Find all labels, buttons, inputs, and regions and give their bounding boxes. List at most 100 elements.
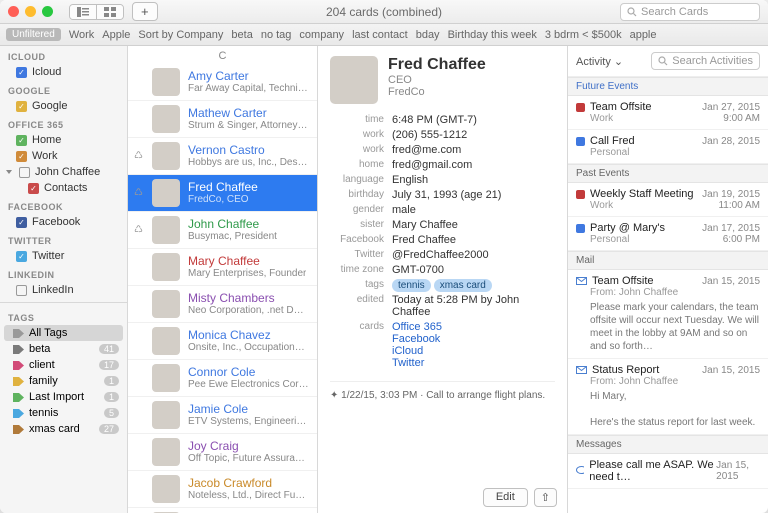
contact-name: Connor Cole (188, 365, 309, 379)
sidebar-item[interactable]: ✓Work (0, 148, 127, 164)
contact-row[interactable]: Misty ChambersNeo Corporation, .net Deve… (128, 286, 317, 323)
card-link[interactable]: iCloud (392, 345, 423, 357)
activity-time: 9:00 AM (723, 113, 760, 124)
detail-row-label: Twitter (330, 249, 392, 261)
contact-row[interactable]: ♺Fred ChaffeeFredCo, CEO (128, 175, 317, 212)
sidebar-item[interactable]: ✓Twitter (0, 248, 127, 264)
contact-row[interactable]: ♺Vernon CastroHobbys are us, Inc., Desig… (128, 138, 317, 175)
checkbox-icon[interactable]: ✓ (16, 135, 27, 146)
contact-row[interactable]: Mathew CarterStrum & Singer, Attorney at… (128, 101, 317, 138)
sidebar-item[interactable]: ✓Facebook (0, 214, 127, 230)
detail-row-value: GMT-0700 (392, 264, 555, 276)
share-button[interactable]: ⇧ (534, 488, 557, 507)
contact-row[interactable]: Mary ChaffeeMary Enterprises, Founder (128, 249, 317, 286)
activity-item[interactable]: Call FredJan 28, 2015Personal (568, 130, 768, 164)
sidebar-item[interactable]: ✓Icloud (0, 64, 127, 80)
contact-row[interactable]: Amy CarterFar Away Capital, Technician (128, 64, 317, 101)
filter-apple[interactable]: Apple (102, 29, 130, 41)
sidebar-item-label: Google (32, 100, 67, 112)
card-link[interactable]: Office 365 (392, 321, 442, 333)
contacts-list[interactable]: C Amy CarterFar Away Capital, Technician… (128, 46, 318, 513)
activity-item[interactable]: Weekly Staff MeetingJan 19, 2015Work11:0… (568, 183, 768, 217)
contact-row[interactable]: ♺John ChaffeeBusymac, President (128, 212, 317, 249)
contact-row[interactable]: Connor ColePee Ewe Electronics Corporati… (128, 360, 317, 397)
activity-sub: Work (590, 200, 613, 211)
tag-row[interactable]: All Tags (4, 325, 123, 341)
filter-bday[interactable]: bday (416, 29, 440, 41)
detail-company: FredCo (388, 86, 486, 98)
card-link[interactable]: Twitter (392, 357, 424, 369)
contact-avatar (152, 290, 180, 318)
activity-item[interactable]: Please call me ASAP. We need t…Jan 15, 2… (568, 454, 768, 489)
contact-subtitle: Strum & Singer, Attorney at Law (188, 120, 309, 132)
filter-beta[interactable]: beta (231, 29, 252, 41)
tag-row[interactable]: Last Import1 (0, 389, 127, 405)
filter-sort[interactable]: Sort by Company (138, 29, 223, 41)
checkbox-icon[interactable]: ✓ (16, 217, 27, 228)
tag-row[interactable]: client17 (0, 357, 127, 373)
event-color-icon (576, 224, 585, 233)
activity-item[interactable]: Team OffsiteJan 27, 2015Work9:00 AM (568, 96, 768, 130)
contact-avatar (152, 475, 180, 503)
tag-row[interactable]: tennis5 (0, 405, 127, 421)
tag-row[interactable]: beta41 (0, 341, 127, 357)
contact-subtitle: FredCo, CEO (188, 194, 258, 206)
contact-row[interactable]: Jamie ColeETV Systems, Engineering Ma… (128, 397, 317, 434)
sidebar-item[interactable]: John Chaffee (0, 164, 127, 180)
edit-button[interactable]: Edit (483, 488, 528, 507)
card-link[interactable]: Facebook (392, 333, 440, 345)
contact-name: Misty Chambers (188, 291, 309, 305)
sidebar-divider (0, 302, 127, 303)
filter-apple2[interactable]: apple (630, 29, 657, 41)
contact-row[interactable]: Jacob CrawfordNoteless, Ltd., Direct Fun… (128, 471, 317, 508)
tag-chip[interactable]: tennis (392, 279, 431, 292)
activity-item[interactable]: Team OffsiteJan 15, 2015From: John Chaff… (568, 270, 768, 359)
activity-item[interactable]: Party @ Mary'sJan 17, 2015Personal6:00 P… (568, 217, 768, 251)
group-header: OFFICE 365 (0, 114, 127, 132)
activity-item[interactable]: Status ReportJan 15, 2015From: John Chaf… (568, 359, 768, 435)
tag-count: 5 (104, 408, 119, 418)
checkbox-icon[interactable] (16, 285, 27, 296)
tag-row[interactable]: xmas card27 (0, 421, 127, 437)
checkbox-icon[interactable]: ✓ (16, 67, 27, 78)
sidebar-item[interactable]: ✓Contacts (0, 180, 127, 196)
filter-bdrm[interactable]: 3 bdrm < $500k (545, 29, 622, 41)
contact-subtitle: Far Away Capital, Technician (188, 83, 309, 95)
contact-row[interactable]: Sebastian CrawfordSarbitage, Speech Path… (128, 508, 317, 513)
filter-company[interactable]: company (299, 29, 344, 41)
contact-name: John Chaffee (188, 217, 277, 231)
alpha-header: C (128, 46, 317, 64)
activity-title: Call Fred (590, 135, 635, 147)
tag-icon (12, 344, 24, 354)
sidebar-item[interactable]: LinkedIn (0, 282, 127, 298)
sidebar-item[interactable]: ✓Home (0, 132, 127, 148)
contact-subtitle: Off Topic, Future Assurance Agent (188, 453, 309, 465)
filter-bdayweek[interactable]: Birthday this week (448, 29, 537, 41)
filter-unfiltered[interactable]: Unfiltered (6, 28, 61, 41)
checkbox-icon[interactable] (19, 167, 30, 178)
group-header: LINKEDIN (0, 264, 127, 282)
detail-row-value: English (392, 174, 555, 186)
contact-avatar (152, 179, 180, 207)
activity-section-header: Past Events (568, 164, 768, 183)
tag-icon (12, 408, 24, 418)
contact-row[interactable]: Monica ChavezOnsite, Inc., Occupational … (128, 323, 317, 360)
group-header: FACEBOOK (0, 196, 127, 214)
checkbox-icon[interactable]: ✓ (16, 101, 27, 112)
contact-row[interactable]: Joy CraigOff Topic, Future Assurance Age… (128, 434, 317, 471)
filter-notag[interactable]: no tag (261, 29, 292, 41)
sidebar-item[interactable]: ✓ Google (0, 98, 127, 114)
tag-chip[interactable]: xmas card (434, 279, 492, 292)
filter-work[interactable]: Work (69, 29, 94, 41)
checkbox-icon[interactable]: ✓ (16, 251, 27, 262)
tag-label: Last Import (29, 391, 84, 403)
sidebar-item-label: LinkedIn (32, 284, 74, 296)
search-activities[interactable]: Search Activities (651, 52, 760, 70)
filter-lastcontact[interactable]: last contact (352, 29, 408, 41)
tag-row[interactable]: family1 (0, 373, 127, 389)
checkbox-icon[interactable]: ✓ (16, 151, 27, 162)
checkbox-icon[interactable]: ✓ (28, 183, 39, 194)
activity-header[interactable]: Activity ⌄ (576, 55, 623, 68)
contact-name: Mary Chaffee (188, 254, 306, 268)
tag-label: client (29, 359, 55, 371)
